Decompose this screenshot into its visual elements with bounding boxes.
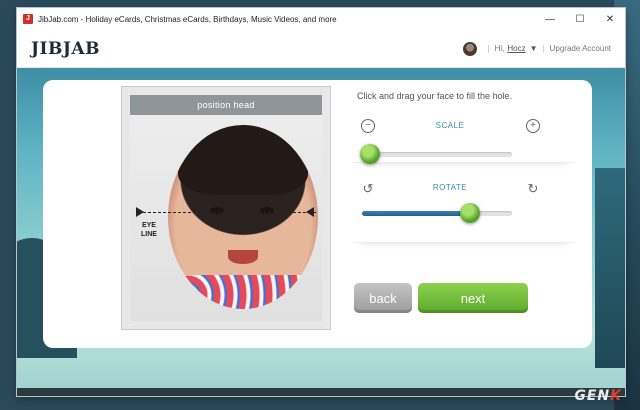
instruction-text: Click and drag your face to fill the hol… xyxy=(357,91,513,101)
watermark-main: GEN xyxy=(574,388,611,404)
rotate-control: ↺ ROTATE ↻ xyxy=(354,163,574,243)
face-shirt xyxy=(168,275,318,309)
face-editor-panel: position head EYE LINE Click and drag yo… xyxy=(43,80,592,348)
face-hair xyxy=(178,125,308,195)
rotate-label: ROTATE xyxy=(432,183,468,192)
greeting: Hi, xyxy=(494,44,505,53)
background-hill xyxy=(595,168,625,368)
scale-label: SCALE xyxy=(435,121,465,130)
scale-control: − SCALE + xyxy=(354,101,574,164)
eye-line-right-arrow-icon xyxy=(306,207,314,217)
caret-down-icon[interactable]: ▼ xyxy=(530,44,538,53)
minimize-button[interactable]: — xyxy=(535,8,565,30)
scale-slider-thumb[interactable] xyxy=(359,144,380,164)
position-head-label: position head xyxy=(130,95,322,115)
next-button[interactable]: next xyxy=(418,283,528,313)
divider: | xyxy=(487,44,490,53)
page-background: position head EYE LINE Click and drag yo… xyxy=(17,68,625,396)
watermark-accent: K xyxy=(610,388,622,404)
browser-window: J JibJab.com - Holiday eCards, Christmas… xyxy=(17,8,625,396)
rotate-right-icon[interactable]: ↻ xyxy=(526,181,540,195)
window-title: JibJab.com - Holiday eCards, Christmas e… xyxy=(38,14,337,24)
face-mouth xyxy=(228,250,258,264)
eye-line-label-1: EYE xyxy=(141,222,156,229)
back-button[interactable]: back xyxy=(354,283,412,313)
site-header: JIBJAB | Hi, Hocz ▼ | Upgrade Account xyxy=(17,30,625,68)
divider: | xyxy=(542,44,545,53)
rotate-slider-thumb[interactable] xyxy=(460,203,480,223)
photo-canvas[interactable]: position head EYE LINE xyxy=(130,95,322,321)
account-area: | Hi, Hocz ▼ | Upgrade Account xyxy=(462,41,611,56)
close-button[interactable]: ✕ xyxy=(595,8,625,30)
eye-line-label-2: LINE xyxy=(141,231,157,238)
maximize-button[interactable]: ☐ xyxy=(565,8,595,30)
eye-line-label: EYE LINE xyxy=(141,221,157,239)
genk-watermark: GENK xyxy=(574,388,622,404)
upgrade-account-link[interactable]: Upgrade Account xyxy=(550,44,611,53)
title-bar: J JibJab.com - Holiday eCards, Christmas… xyxy=(17,8,625,30)
scale-slider-track[interactable] xyxy=(362,152,512,157)
eye-line-guide xyxy=(138,212,316,213)
rotate-slider-track[interactable] xyxy=(362,211,512,216)
photo-frame: position head EYE LINE xyxy=(121,86,331,330)
username-link[interactable]: Hocz xyxy=(507,44,525,53)
face-photo[interactable] xyxy=(168,125,318,309)
app-icon: J xyxy=(23,14,33,24)
avatar[interactable] xyxy=(462,41,477,56)
rotate-slider-fill xyxy=(362,211,470,216)
controls-column: Click and drag your face to fill the hol… xyxy=(354,80,574,313)
page-footer-strip xyxy=(17,388,625,396)
jibjab-logo[interactable]: JIBJAB xyxy=(31,39,100,59)
zoom-in-icon[interactable]: + xyxy=(526,119,540,133)
